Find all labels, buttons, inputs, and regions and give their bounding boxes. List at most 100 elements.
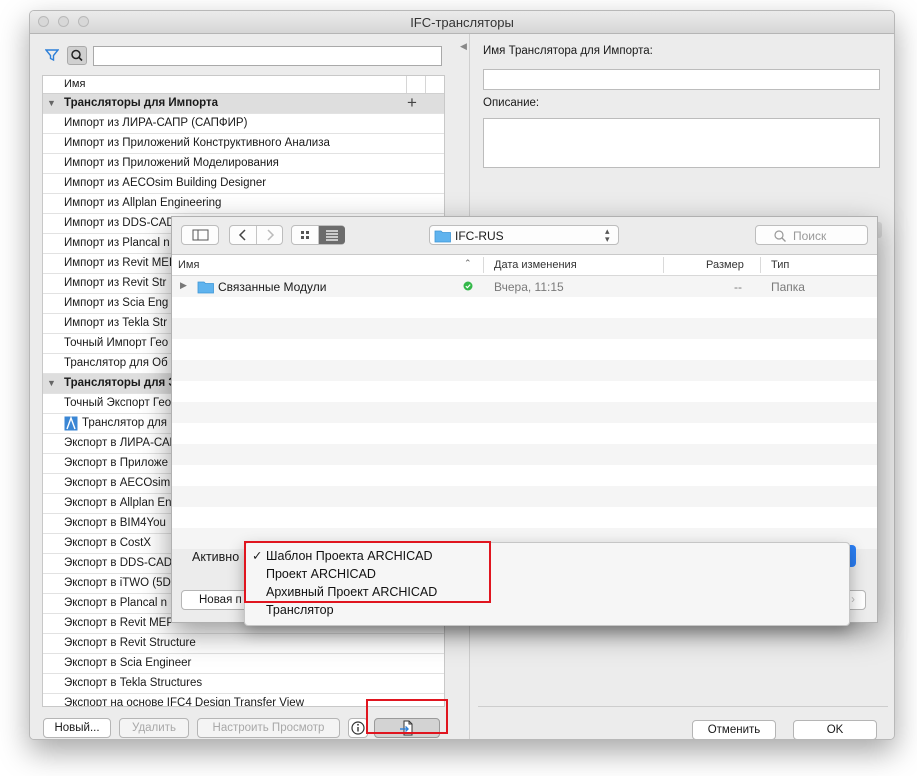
- list-item-label: Импорт из Tekla Str: [64, 317, 168, 329]
- folder-icon: [434, 230, 451, 243]
- file-date: Вчера, 11:15: [494, 280, 564, 294]
- active-format-label: Активно: [192, 550, 240, 564]
- list-view-button[interactable]: [319, 226, 345, 244]
- search-input[interactable]: [93, 46, 442, 66]
- list-item-label: Импорт из Приложений Конструктивного Ана…: [64, 137, 330, 149]
- empty-row: [172, 402, 877, 423]
- empty-row: [172, 507, 877, 528]
- list-item[interactable]: Импорт из ЛИРА-САПР (САПФИР): [43, 114, 444, 134]
- group-header[interactable]: ▼ Трансляторы для Импорта +: [43, 93, 444, 114]
- archicad-icon: [64, 416, 78, 431]
- list-item-label: Экспорт на основе IFC4 Design Transfer V…: [64, 697, 305, 707]
- empty-row: [172, 339, 877, 360]
- list-item-label: Транслятор для Об: [64, 357, 168, 369]
- configure-view-button[interactable]: Настроить Просмотр: [197, 718, 340, 738]
- chevron-left-icon: [238, 229, 246, 241]
- group-label: Трансляторы для Импорта: [64, 97, 219, 109]
- ok-button[interactable]: OK: [793, 720, 877, 739]
- info-button[interactable]: [348, 718, 368, 738]
- highlight-box-menu: [244, 541, 491, 603]
- empty-row: [172, 444, 877, 465]
- sidebar-toggle-button[interactable]: [181, 225, 219, 245]
- list-item-label: Импорт из Plancal n: [64, 237, 170, 249]
- list-item[interactable]: Импорт из Allplan Engineering: [43, 194, 444, 214]
- description-field[interactable]: [483, 118, 880, 168]
- search-button[interactable]: [67, 46, 87, 65]
- back-forward-buttons: [229, 225, 283, 245]
- info-icon: [351, 721, 365, 735]
- list-item[interactable]: Импорт из Приложений Конструктивного Ана…: [43, 134, 444, 154]
- import-name-field[interactable]: [483, 69, 880, 90]
- disclosure-triangle-icon[interactable]: ▼: [47, 98, 56, 108]
- menu-item-translator[interactable]: Транслятор: [266, 603, 334, 617]
- add-translator-icon[interactable]: +: [407, 93, 417, 113]
- dialog-search-field[interactable]: Поиск: [755, 225, 868, 245]
- location-label: IFC-RUS: [455, 229, 504, 243]
- list-item-label: Экспорт в Tekla Structures: [64, 677, 203, 689]
- list-item-label: Импорт из DDS-CAD: [64, 217, 175, 229]
- file-name: Связанные Модули: [218, 280, 327, 294]
- location-popup[interactable]: IFC-RUS ▴ ▾: [429, 225, 619, 245]
- list-item-label: Экспорт в Приложе: [64, 457, 168, 469]
- grid-view-icon: [301, 231, 309, 239]
- title-bar: IFC-трансляторы: [30, 11, 894, 34]
- list-item-label: Экспорт в ЛИРА-САП: [64, 437, 178, 449]
- list-item-label: Экспорт в Scia Engineer: [64, 657, 192, 669]
- column-name-label: Имя: [64, 78, 86, 90]
- list-item-label: Импорт из AECOsim Building Designer: [64, 177, 267, 189]
- list-item[interactable]: Импорт из Приложений Моделирования: [43, 154, 444, 174]
- highlight-box-import-button: [366, 699, 448, 734]
- group-label: Трансляторы для Э: [64, 377, 177, 389]
- file-kind: Папка: [771, 280, 805, 294]
- empty-row: [172, 360, 877, 381]
- list-item[interactable]: Экспорт в Scia Engineer: [43, 654, 444, 674]
- description-label: Описание:: [483, 97, 540, 109]
- list-column-header[interactable]: Имя: [43, 76, 444, 94]
- search-icon: [71, 49, 83, 62]
- collapse-panel-icon[interactable]: ◀: [460, 41, 467, 52]
- list-item[interactable]: Импорт из AECOsim Building Designer: [43, 174, 444, 194]
- folder-icon: [197, 281, 214, 294]
- list-item-label: Экспорт в iTWO (5D: [64, 577, 171, 589]
- list-item[interactable]: Экспорт в Revit Structure: [43, 634, 444, 654]
- list-item-label: Экспорт в Revit Structure: [64, 637, 196, 649]
- file-browser[interactable]: Имя ⌃ Дата изменения Размер Тип ▶ Связан…: [172, 254, 877, 549]
- sidebar-icon: [192, 229, 209, 241]
- sort-ascending-icon: ⌃: [464, 258, 472, 268]
- list-item-label: Импорт из Revit MEP: [64, 257, 177, 269]
- list-item-label: Транслятор для: [82, 417, 167, 429]
- list-item-label: Экспорт в CostX: [64, 537, 152, 549]
- list-item-label: Экспорт в AECOsim: [64, 477, 171, 489]
- import-name-label: Имя Транслятора для Импорта:: [483, 45, 653, 57]
- list-item-label: Экспорт в Plancal n: [64, 597, 168, 609]
- list-item-label: Импорт из ЛИРА-САПР (САПФИР): [64, 117, 248, 129]
- empty-row: [172, 318, 877, 339]
- empty-row: [172, 381, 877, 402]
- search-placeholder: Поиск: [793, 229, 827, 243]
- back-button[interactable]: [230, 226, 257, 244]
- sync-status-icon: [463, 281, 473, 291]
- icon-view-button[interactable]: [292, 226, 319, 244]
- cancel-button[interactable]: Отменить: [692, 720, 776, 739]
- filter-icon[interactable]: [45, 48, 59, 62]
- list-item-label: Импорт из Scia Eng: [64, 297, 169, 309]
- forward-button[interactable]: [257, 226, 283, 244]
- popup-arrows-icon: ▴ ▾: [605, 226, 610, 244]
- list-item-label: Экспорт в Revit MEP: [64, 617, 175, 629]
- divider: [478, 706, 888, 707]
- empty-row: [172, 465, 877, 486]
- new-translator-button[interactable]: Новый...: [43, 718, 111, 738]
- delete-translator-button[interactable]: Удалить: [119, 718, 189, 738]
- file-row[interactable]: ▶ Связанные Модули Вчера, 11:15 -- Папка: [172, 276, 877, 297]
- disclosure-triangle-icon[interactable]: ▶: [180, 280, 187, 291]
- list-item-label: Экспорт в BIM4You: [64, 517, 166, 529]
- empty-row: [172, 423, 877, 444]
- list-item-label: Экспорт в DDS-CAD: [64, 557, 173, 569]
- search-icon: [774, 230, 786, 242]
- list-item-label: Точный Импорт Гео: [64, 337, 169, 349]
- disclosure-triangle-icon[interactable]: ▼: [47, 378, 56, 388]
- empty-row: [172, 297, 877, 318]
- list-item-label: Импорт из Приложений Моделирования: [64, 157, 279, 169]
- list-item[interactable]: Экспорт в Tekla Structures: [43, 674, 444, 694]
- list-item-label: Точный Экспорт Гео: [64, 397, 172, 409]
